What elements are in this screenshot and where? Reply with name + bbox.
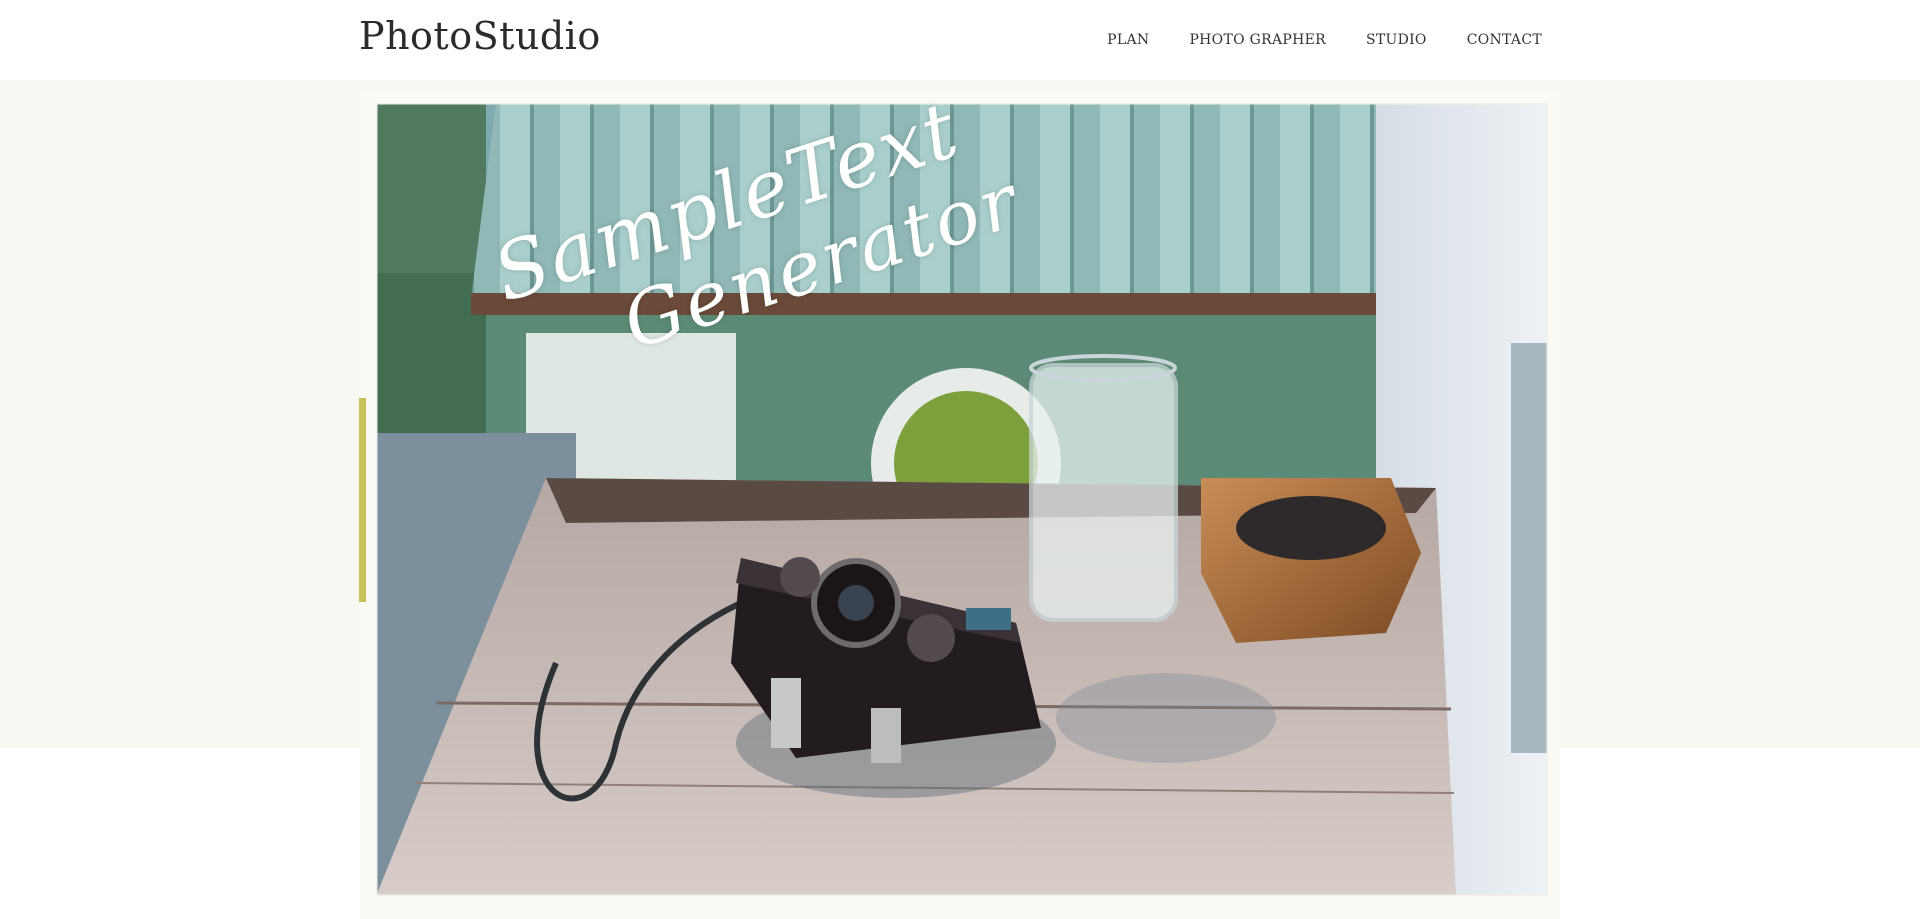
nav-item-plan[interactable]: PLAN [1107,32,1149,48]
nav-item-contact[interactable]: CONTACT [1467,32,1542,48]
site-logo[interactable]: PhotoStudio [359,17,601,55]
nav-item-photographer[interactable]: PHOTO GRAPHER [1189,32,1326,48]
main-nav: PLAN PHOTO GRAPHER STUDIO CONTACT [1107,32,1542,48]
accent-bar [359,398,366,602]
hero-photo [376,103,1548,896]
nav-item-studio[interactable]: STUDIO [1366,32,1427,48]
site-header: PhotoStudio PLAN PHOTO GRAPHER STUDIO CO… [0,0,1920,80]
